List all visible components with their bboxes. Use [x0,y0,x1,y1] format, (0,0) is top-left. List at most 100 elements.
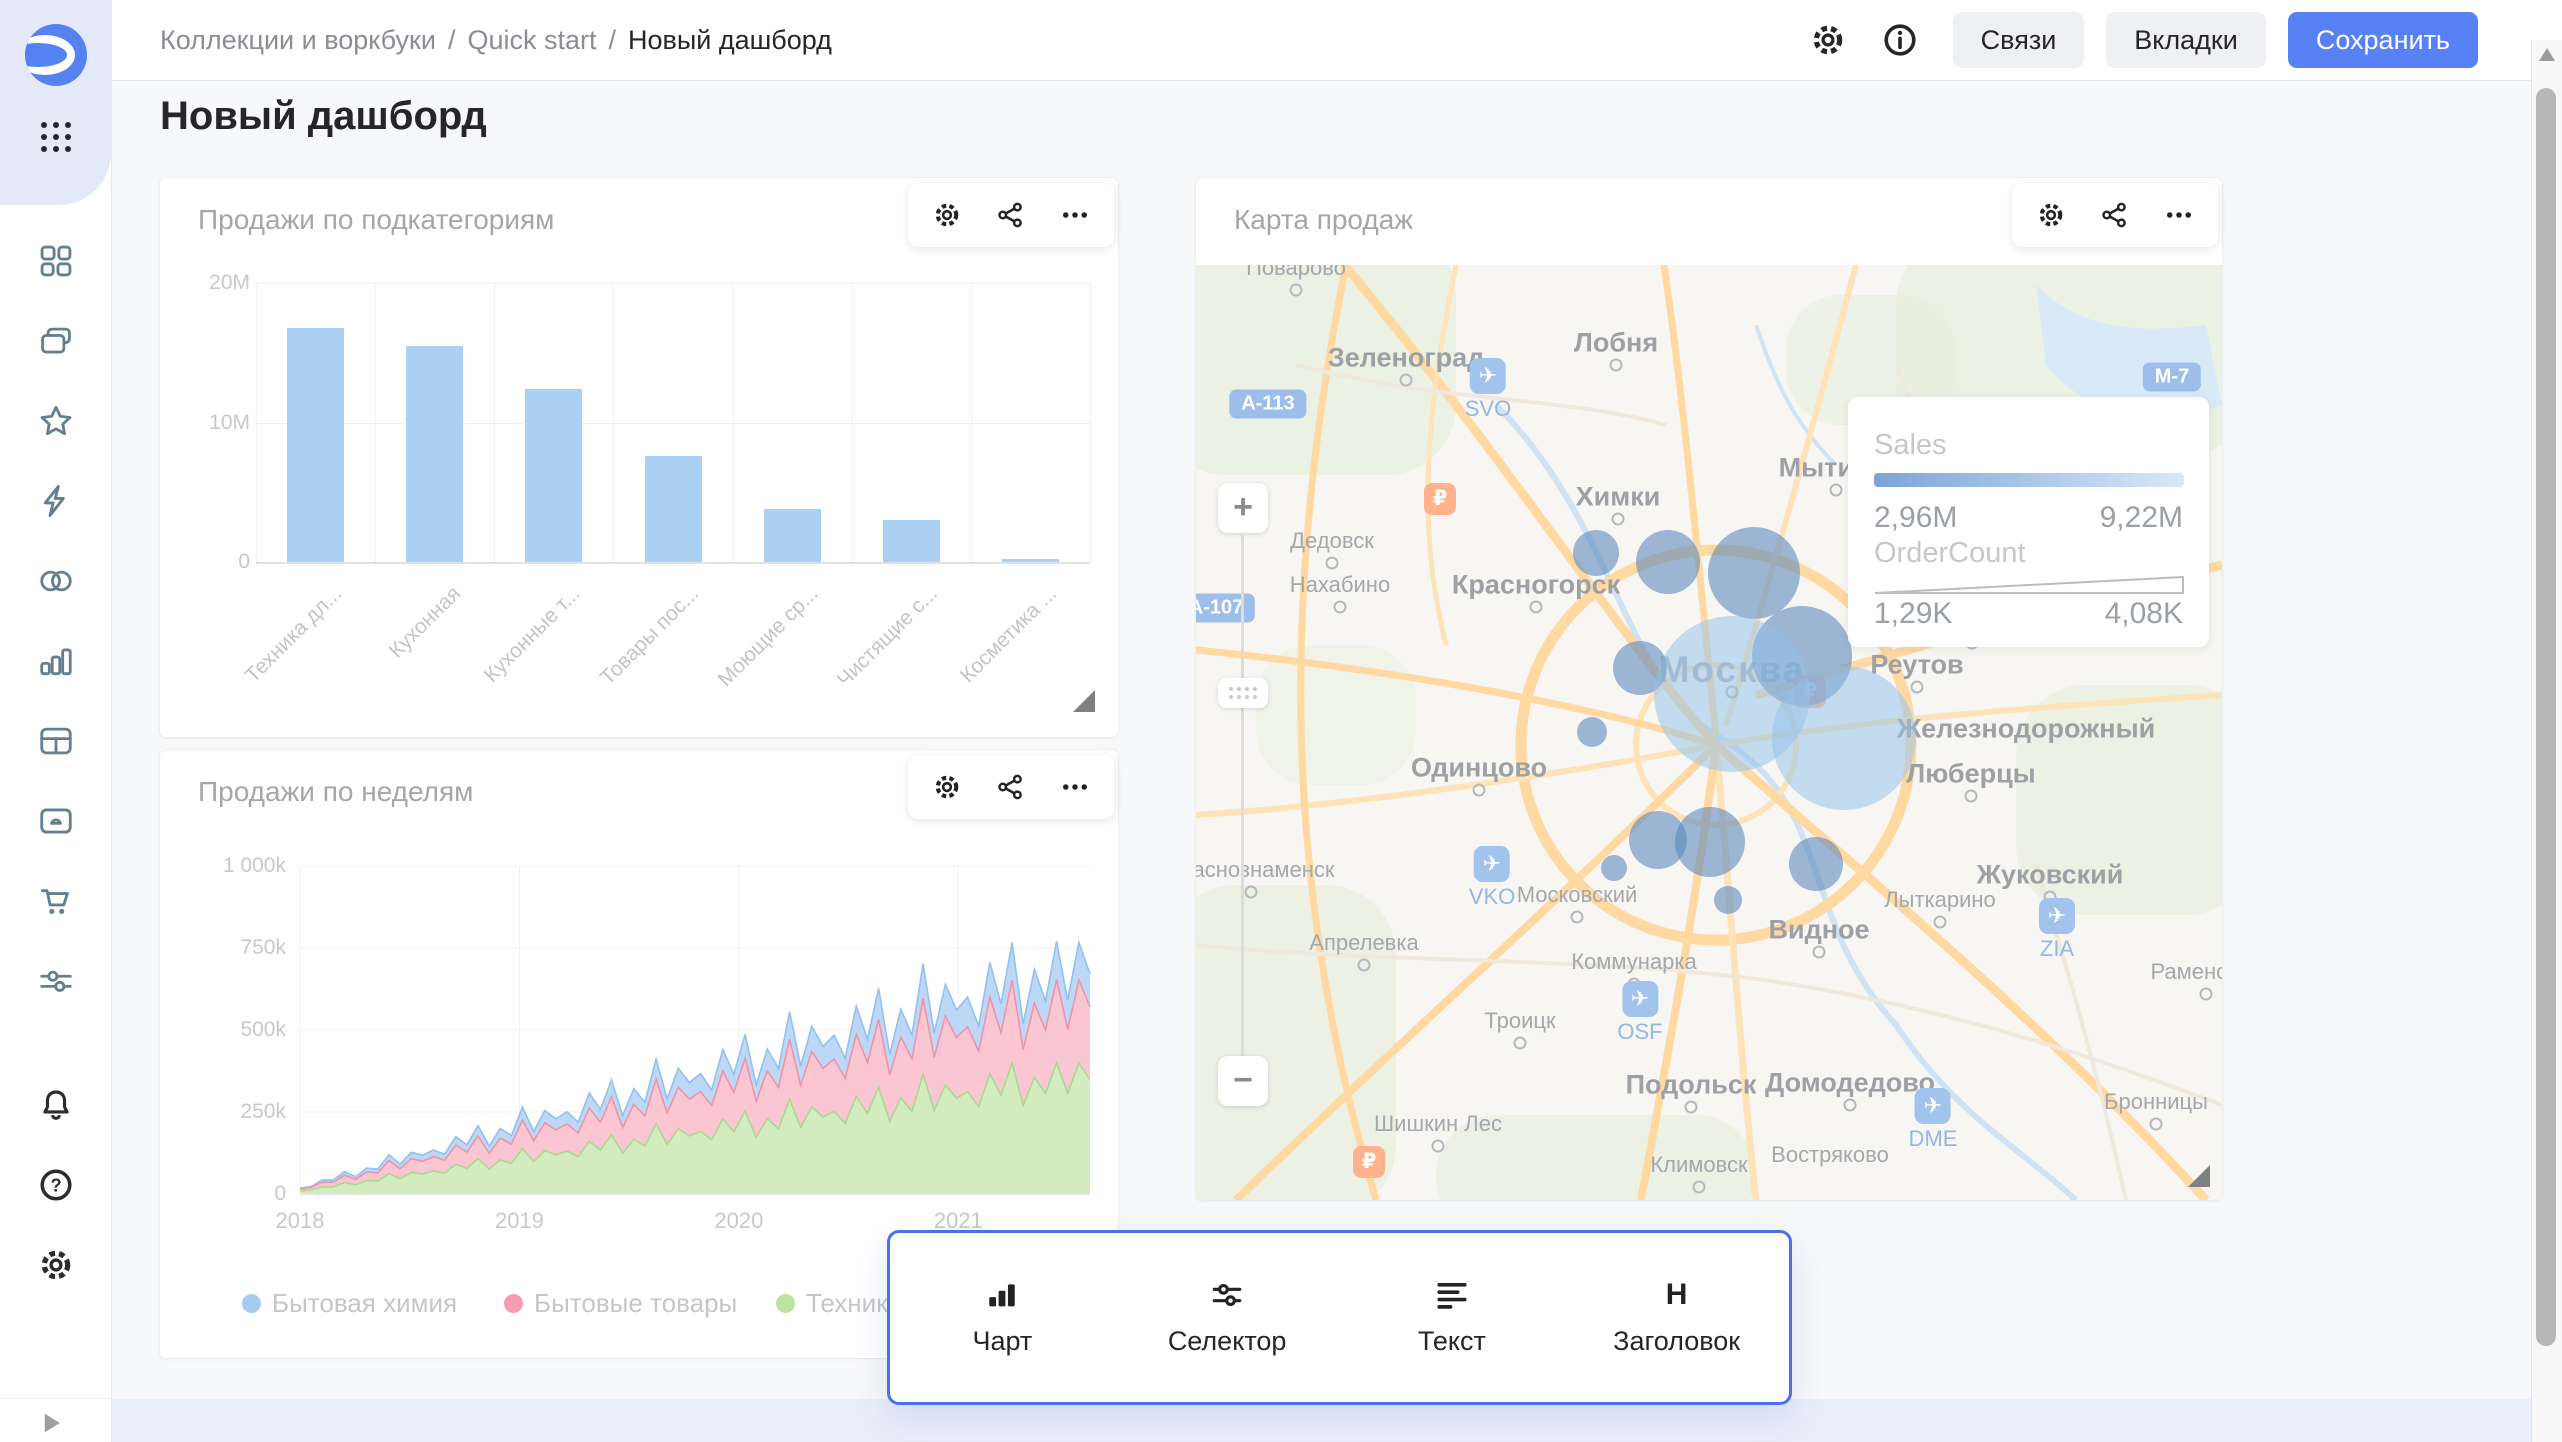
legend-label: Бытовая химия [272,1288,457,1319]
road-number-badge: А-113 [1229,390,1306,419]
map-city-dot [1693,1181,1706,1194]
sidebar-item-marketplace-cart-icon[interactable] [0,882,111,920]
map-airport-marker: ✈OSF [1617,981,1662,1045]
breadcrumb-workbook[interactable]: Quick start [467,25,596,56]
dashboard-settings-gear-icon[interactable] [1809,21,1847,59]
widget-menu [908,183,1114,247]
tabs-button[interactable]: Вкладки [2106,12,2266,68]
sidebar-expand-icon[interactable] [36,1408,66,1438]
breadcrumb: Коллекции и воркбуки / Quick start / Нов… [160,25,832,56]
sidebar-item-settings-gear-icon[interactable] [0,1246,111,1284]
airport-code: OSF [1617,1019,1662,1045]
zoom-out-button[interactable]: − [1218,1056,1268,1106]
toolbar-item-text[interactable]: Текст [1340,1233,1565,1402]
sidebar-item-charts-icon[interactable] [0,642,111,680]
map-city-label: Лыткарино [1884,887,1996,913]
save-button[interactable]: Сохранить [2288,12,2478,68]
sales-max-value: 9,22M [2100,501,2183,535]
vertical-scrollbar[interactable] [2531,40,2562,1442]
links-button[interactable]: Связи [1953,12,2085,68]
map-city-label: Железнодорожный [1897,714,2155,745]
x-category-label: Чистящие с... [832,582,942,692]
legend-ordercount-label: OrderCount [1874,537,2026,570]
breadcrumb-collections[interactable]: Коллекции и воркбуки [160,25,436,56]
widget-share-icon[interactable] [996,772,1026,802]
svg-text:?: ? [50,1176,61,1196]
legend-item[interactable]: Бытовая химия [242,1288,457,1319]
sales-gradient-scale [1874,473,2184,487]
map-city-label: Нахабино [1290,572,1390,598]
map-city-dot [1334,601,1347,614]
settings-gear-icon [37,1246,75,1284]
zoom-in-button[interactable]: + [1218,483,1268,533]
sidebar-item-datasets-rings-icon[interactable] [0,562,111,600]
legend-item[interactable]: Бытовые товары [504,1288,737,1319]
widget-settings-gear-icon[interactable] [932,200,962,230]
bar-axis [256,562,1090,564]
map-city-label: Раменское [2150,959,2222,985]
scroll-up-arrow-icon[interactable] [2539,48,2555,61]
y-axis-tick: 1 000k [176,854,286,878]
toolbar-item-heading[interactable]: HЗаголовок [1564,1233,1789,1402]
sidebar-item-services-sliders-icon[interactable] [0,962,111,1000]
y-axis-tick: 750k [176,936,286,960]
widget-more-icon[interactable] [2164,200,2194,230]
map-city-dot [2150,1118,2163,1131]
table-icon [37,722,75,760]
sidebar-header [0,0,111,205]
dashboards-icon [37,242,75,280]
map-viewport[interactable]: Sales 2,96M 9,22M OrderCount 1,29K 4,08K… [1196,265,2222,1200]
sidebar-item-dashboards-icon[interactable] [0,242,111,280]
storage-folder-icon [37,802,75,840]
datalens-dashboard-editor: ? Коллекции и воркбуки / Quick start / Н… [0,0,2562,1442]
toolbar-item-selector[interactable]: Селектор [1115,1233,1340,1402]
toolbar-item-label: Заголовок [1613,1326,1740,1357]
map-city-dot [1400,374,1413,387]
zoom-slider-handle[interactable] [1218,678,1268,708]
info-icon[interactable] [1881,21,1919,59]
sales-bubble [1714,886,1742,914]
widget-share-icon[interactable] [2100,200,2130,230]
add-widget-toolbar: ЧартСелекторТекстHЗаголовок [887,1230,1792,1405]
sidebar-item-bell-icon[interactable] [0,1086,111,1124]
widget-share-icon[interactable] [996,200,1026,230]
sidebar-item-storage-folder-icon[interactable] [0,802,111,840]
sidebar-item-connections-lightning-icon[interactable] [0,482,111,520]
zoom-slider-track[interactable] [1241,535,1244,1056]
airport-code: ZIA [2039,936,2075,962]
sidebar-item-collections-icon[interactable] [0,322,111,360]
widget-settings-gear-icon[interactable] [2036,200,2066,230]
bar [883,520,940,562]
y-axis-tick: 250k [176,1100,286,1124]
airport-code: SVO [1465,396,1511,422]
widget-settings-gear-icon[interactable] [932,772,962,802]
sidebar-item-help-icon[interactable]: ? [0,1166,111,1204]
text-lines-icon [1435,1278,1469,1312]
widget-resize-handle[interactable] [1073,690,1095,712]
ordercount-min-value: 1,29K [1874,597,1952,631]
x-axis-tick: 2019 [479,1208,559,1234]
sidebar-item-favorites-star-icon[interactable] [0,402,111,440]
breadcrumb-current: Новый дашборд [628,25,832,56]
widget-more-icon[interactable] [1060,200,1090,230]
map-city-dot [1610,359,1623,372]
widget-sales-by-subcategory: Продажи по подкатегориям 20M10M0Техника … [160,178,1118,737]
toolbar-item-chart[interactable]: Чарт [890,1233,1115,1402]
sales-bubble [1789,837,1843,891]
apps-grid-icon[interactable] [41,122,71,152]
map-city-label: Апрелевка [1309,930,1418,956]
ruble-poi-icon: ₽ [1424,483,1456,515]
sales-bubble [1708,527,1800,619]
ordercount-max-value: 4,08K [2105,597,2183,631]
scrollbar-thumb[interactable] [2536,88,2556,1346]
airport-plane-icon: ✈ [1622,981,1658,1017]
widget-sales-map: Карта продаж [1196,178,2222,1200]
sidebar-item-table-icon[interactable] [0,722,111,760]
map-city-label: Подольск [1626,1070,1757,1101]
x-axis-tick: 2018 [260,1208,340,1234]
datalens-logo-icon[interactable] [25,24,87,86]
widget-more-icon[interactable] [1060,772,1090,802]
sales-bubble [1577,717,1607,747]
sales-bubble [1573,530,1619,576]
widget-resize-handle[interactable] [2188,1165,2210,1187]
